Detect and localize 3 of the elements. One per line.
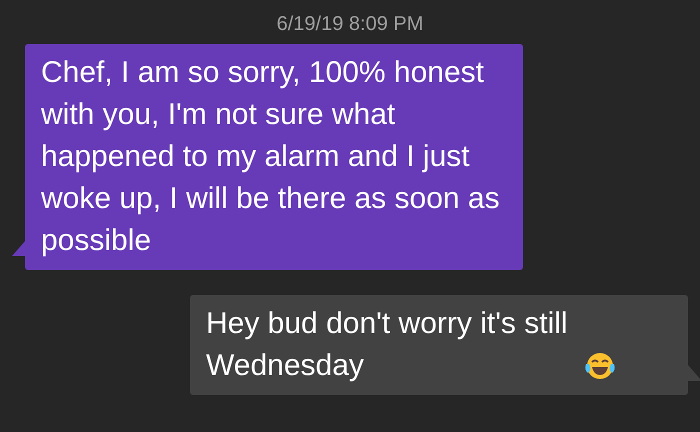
message-timestamp: 6/19/19 8:09 PM <box>276 12 424 37</box>
message-text: Chef, I am so sorry, 100% honest with you, I'm not sure what happened to my alarm and I just woke up, I will be there as soon as possible <box>41 55 501 259</box>
message-text: Hey bud don't worry it's still Wednesday <box>206 306 569 384</box>
